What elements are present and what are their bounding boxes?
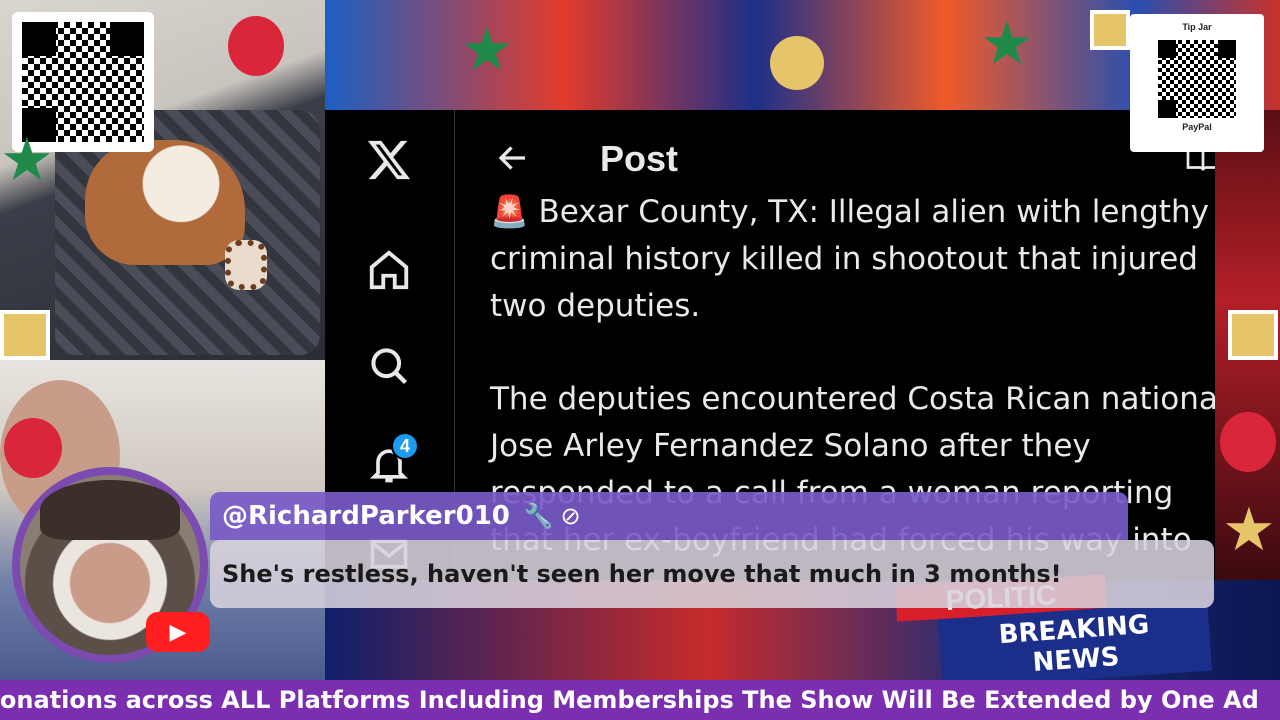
cowboy-hat [40,480,180,540]
ornament-icon [4,418,62,478]
tip-jar-panel: Tip Jar PayPal [1130,14,1264,152]
chat-message: She's restless, haven't seen her move th… [222,560,1062,588]
gift-icon [0,310,50,360]
ticker-text: Donations across ALL Platforms Including… [0,686,1259,714]
gift-icon [1090,10,1130,50]
dog-toy [225,240,267,290]
post-paragraph-1: 🚨 Bexar County, TX: Illegal alien with l… [490,194,1209,324]
ornament-icon [1220,412,1276,472]
star-icon: ★ [460,16,514,83]
page-title: Post [600,138,679,179]
ticker-bar: Donations across ALL Platforms Including… [0,680,1280,720]
x-logo-icon[interactable] [365,136,413,184]
youtube-icon: ▶ [146,612,210,652]
star-icon: ★ [980,10,1034,77]
paypal-label: PayPal [1182,122,1212,132]
ornament-icon [228,16,284,76]
ornament-icon [770,36,824,90]
tip-jar-label: Tip Jar [1182,22,1212,32]
search-icon[interactable] [365,342,413,390]
star-icon: ★ [0,126,54,193]
news-label: NEWS [1031,641,1121,678]
chat-username: @RichardParker010 [222,501,510,531]
notification-badge: 4 [391,432,419,460]
chat-user-badges: 🔧 ⊘ [523,502,581,530]
chat-username-bar: @RichardParker010 🔧 ⊘ [210,492,1128,540]
dog [85,140,245,265]
gift-icon [1228,310,1278,360]
stream-canvas: 4 Post 🚨 Bexar County, TX: Illegal alien… [0,0,1280,720]
home-icon[interactable] [365,246,413,294]
back-arrow-icon[interactable] [495,140,531,176]
tip-jar-qr-code [1158,40,1236,118]
star-icon: ★ [1222,496,1276,563]
chat-message-box: She's restless, haven't seen her move th… [210,540,1214,608]
